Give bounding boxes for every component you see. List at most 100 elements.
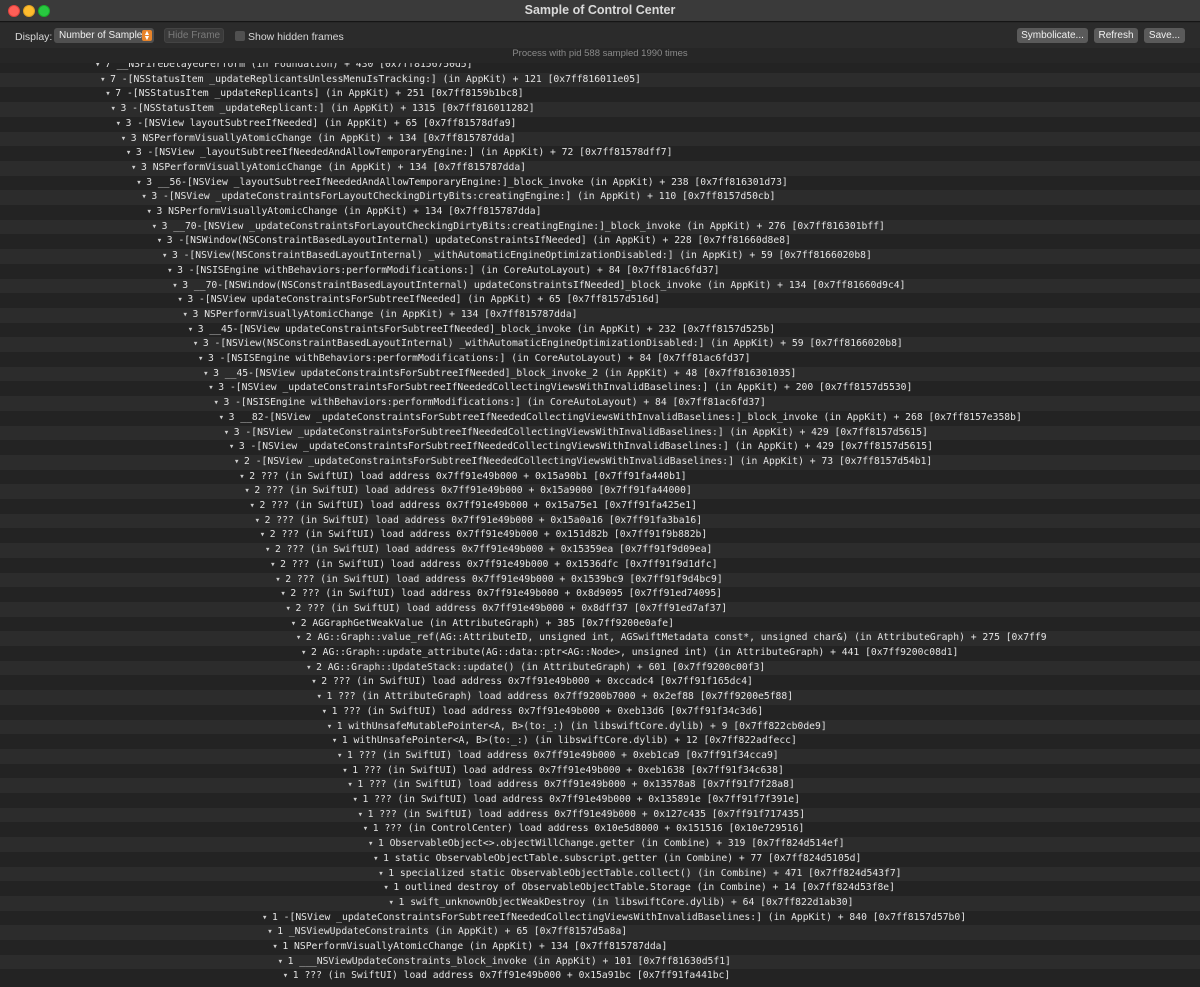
disclosure-triangle-icon[interactable]: ▾: [250, 499, 260, 514]
call-tree-row[interactable]: ▾ 1 outlined destroy of ObservableObjectT…: [0, 881, 1200, 896]
call-tree-row[interactable]: ▾ 2 ??? (in SwiftUI) load address 0x7ff91…: [0, 528, 1200, 543]
disclosure-triangle-icon[interactable]: ▾: [167, 264, 177, 279]
disclosure-triangle-icon[interactable]: ▾: [383, 881, 393, 896]
disclosure-triangle-icon[interactable]: ▾: [280, 587, 290, 602]
call-tree-row[interactable]: ▾ 3 __56-[NSView _layoutSubtreeIfNeededAn…: [0, 176, 1200, 191]
call-tree-row[interactable]: ▾ 1 ___NSViewUpdateConstraints_block_invo…: [0, 954, 1200, 970]
disclosure-triangle-icon[interactable]: ▾: [239, 470, 249, 485]
disclosure-triangle-icon[interactable]: ▾: [337, 749, 347, 764]
call-tree-row[interactable]: ▾ 7 -[NSStatusItem _updateReplicantsUnles…: [0, 72, 1200, 88]
disclosure-triangle-icon[interactable]: ▾: [244, 484, 254, 499]
call-tree-row[interactable]: ▾ 3 -[NSView(NSConstraintBasedLayoutInter…: [0, 249, 1200, 264]
disclosure-triangle-icon[interactable]: ▾: [157, 234, 167, 249]
disclosure-triangle-icon[interactable]: ▾: [110, 102, 120, 117]
call-tree-row[interactable]: ▾ 3 -[NSISEngine withBehaviors:performMod…: [0, 396, 1200, 411]
disclosure-triangle-icon[interactable]: ▾: [172, 279, 182, 294]
call-tree-row[interactable]: ▾ 1 ??? (in SwiftUI) load address 0x7ff91…: [0, 778, 1200, 793]
disclosure-triangle-icon[interactable]: ▾: [283, 969, 293, 984]
disclosure-triangle-icon[interactable]: ▾: [131, 161, 141, 176]
call-tree-row[interactable]: ▾ 2 AG::Graph::UpdateStack::update() (in …: [0, 660, 1200, 676]
call-tree[interactable]: ▾ 7 __NSFireDelayedPerform (in Foundation…: [0, 63, 1200, 987]
disclosure-triangle-icon[interactable]: ▾: [358, 808, 368, 823]
disclosure-triangle-icon[interactable]: ▾: [260, 528, 270, 543]
call-tree-row[interactable]: ▾ 3 __70-[NSView _updateConstraintsForLay…: [0, 219, 1200, 235]
call-tree-row[interactable]: ▾ 1 withUnsafePointer<A, B>(to:_:) (in li…: [0, 734, 1200, 749]
call-tree-row[interactable]: ▾ 3 NSPerformVisuallyAtomicChange (in App…: [0, 205, 1200, 220]
call-tree-row[interactable]: ▾ 1 ObservableObject<>.objectWillChange.g…: [0, 837, 1200, 852]
call-tree-row[interactable]: ▾ 7 -[NSStatusItem _updateReplicants] (in…: [0, 87, 1200, 102]
call-tree-row[interactable]: ▾ 1 ??? (in SwiftUI) load address 0x7ff91…: [0, 793, 1200, 808]
save-button[interactable]: Save...: [1144, 28, 1185, 43]
call-tree-row[interactable]: ▾ 3 NSPerformVisuallyAtomicChange (in App…: [0, 307, 1200, 323]
call-tree-row[interactable]: ▾ 1 ??? (in SwiftUI) load address 0x7ff91…: [0, 705, 1200, 720]
disclosure-triangle-icon[interactable]: ▾: [316, 690, 326, 705]
call-tree-row[interactable]: ▾ 2 ??? (in SwiftUI) load address 0x7ff91…: [0, 572, 1200, 588]
disclosure-triangle-icon[interactable]: ▾: [188, 323, 198, 338]
call-tree-row[interactable]: ▾ 3 -[NSISEngine withBehaviors:performMod…: [0, 264, 1200, 279]
disclosure-triangle-icon[interactable]: ▾: [198, 352, 208, 367]
call-tree-row[interactable]: ▾ 3 __45-[NSView updateConstraintsForSubt…: [0, 366, 1200, 382]
call-tree-row[interactable]: ▾ 1 NSPerformVisuallyAtomicChange (in App…: [0, 940, 1200, 955]
disclosure-triangle-icon[interactable]: ▾: [121, 132, 131, 147]
disclosure-triangle-icon[interactable]: ▾: [353, 793, 363, 808]
call-tree-row[interactable]: ▾ 2 ??? (in SwiftUI) load address 0x7ff91…: [0, 513, 1200, 529]
disclosure-triangle-icon[interactable]: ▾: [255, 514, 265, 529]
disclosure-triangle-icon[interactable]: ▾: [208, 381, 218, 396]
call-tree-row[interactable]: ▾ 3 -[NSStatusItem _updateReplicant:] (in…: [0, 102, 1200, 117]
call-tree-row[interactable]: ▾ 3 __82-[NSView _updateConstraintsForSub…: [0, 411, 1200, 426]
call-tree-row[interactable]: ▾ 2 AG::Graph::value_ref(AG::AttributeID,…: [0, 631, 1200, 646]
disclosure-triangle-icon[interactable]: ▾: [296, 631, 306, 646]
disclosure-triangle-icon[interactable]: ▾: [322, 705, 332, 720]
call-tree-row[interactable]: ▾ 3 -[NSView _updateConstraintsForLayoutC…: [0, 190, 1200, 205]
disclosure-triangle-icon[interactable]: ▾: [234, 455, 244, 470]
disclosure-triangle-icon[interactable]: ▾: [311, 675, 321, 690]
call-tree-row[interactable]: ▾ 2 ??? (in SwiftUI) load address 0x7ff91…: [0, 543, 1200, 558]
disclosure-triangle-icon[interactable]: ▾: [105, 87, 115, 102]
symbolicate-button[interactable]: Symbolicate...: [1017, 28, 1088, 43]
call-tree-row[interactable]: ▾ 1 -[NSView _updateConstraintsForSubtree…: [0, 911, 1200, 926]
call-tree-row[interactable]: ▾ 2 AGGraphGetWeakValue (in AttributeGrap…: [0, 617, 1200, 632]
disclosure-triangle-icon[interactable]: ▾: [213, 396, 223, 411]
call-tree-row[interactable]: ▾ 7 __NSFireDelayedPerform (in Foundation…: [0, 63, 1200, 73]
call-tree-row[interactable]: ▾ 1 ??? (in ControlCenter) load address 0…: [0, 822, 1200, 837]
call-tree-row[interactable]: ▾ 1 ??? (in AttributeGraph) load address …: [0, 690, 1200, 705]
call-tree-row[interactable]: ▾ 3 -[NSView _updateConstraintsForSubtree…: [0, 425, 1200, 441]
call-tree-row[interactable]: ▾ 2 ??? (in SwiftUI) load address 0x7ff91…: [0, 499, 1200, 514]
call-tree-row[interactable]: ▾ 1 static ObservableObjectTable.subscrip…: [0, 852, 1200, 867]
disclosure-triangle-icon[interactable]: ▾: [368, 837, 378, 852]
call-tree-row[interactable]: ▾ 3 NSPerformVisuallyAtomicChange (in App…: [0, 160, 1200, 176]
disclosure-triangle-icon[interactable]: ▾: [203, 367, 213, 382]
call-tree-row[interactable]: ▾ 2 ??? (in SwiftUI) load address 0x7ff91…: [0, 675, 1200, 690]
disclosure-triangle-icon[interactable]: ▾: [183, 308, 193, 323]
disclosure-triangle-icon[interactable]: ▾: [306, 661, 316, 676]
disclosure-triangle-icon[interactable]: ▾: [327, 720, 337, 735]
call-tree-row[interactable]: ▾ 3 -[NSISEngine withBehaviors:performMod…: [0, 352, 1200, 367]
call-tree-row[interactable]: ▾ 3 -[NSView(NSConstraintBasedLayoutInter…: [0, 337, 1200, 352]
disclosure-triangle-icon[interactable]: ▾: [363, 822, 373, 837]
call-tree-row[interactable]: ▾ 1 _NSViewUpdateConstraints (in AppKit) …: [0, 925, 1200, 940]
call-tree-row[interactable]: ▾ 3 -[NSView _updateConstraintsForSubtree…: [0, 440, 1200, 455]
disclosure-triangle-icon[interactable]: ▾: [193, 337, 203, 352]
disclosure-triangle-icon[interactable]: ▾: [347, 778, 357, 793]
call-tree-row[interactable]: ▾ 2 ??? (in SwiftUI) load address 0x7ff91…: [0, 587, 1200, 602]
disclosure-triangle-icon[interactable]: ▾: [378, 867, 388, 882]
disclosure-triangle-icon[interactable]: ▾: [219, 411, 229, 426]
call-tree-row[interactable]: ▾ 3 -[NSView updateConstraintsForSubtreeI…: [0, 293, 1200, 308]
call-tree-row[interactable]: ▾ 3 __45-[NSView updateConstraintsForSubt…: [0, 323, 1200, 338]
call-tree-row[interactable]: ▾ 3 -[NSView _updateConstraintsForSubtree…: [0, 381, 1200, 396]
disclosure-triangle-icon[interactable]: ▾: [177, 293, 187, 308]
call-tree-row[interactable]: ▾ 3 -[NSView _layoutSubtreeIfNeededAndAll…: [0, 146, 1200, 161]
disclosure-triangle-icon[interactable]: ▾: [332, 734, 342, 749]
disclosure-triangle-icon[interactable]: ▾: [147, 205, 157, 220]
disclosure-triangle-icon[interactable]: ▾: [389, 896, 399, 911]
call-tree-row[interactable]: ▾ 2 ??? (in SwiftUI) load address 0x7ff91…: [0, 601, 1200, 617]
disclosure-triangle-icon[interactable]: ▾: [141, 190, 151, 205]
hide-frame-button[interactable]: Hide Frame: [164, 28, 224, 43]
disclosure-triangle-icon[interactable]: ▾: [301, 646, 311, 661]
disclosure-triangle-icon[interactable]: ▾: [126, 146, 136, 161]
call-tree-row[interactable]: ▾ 1 ??? (in SwiftUI) load address 0x7ff91…: [0, 969, 1200, 984]
call-tree-row[interactable]: ▾ 2 ??? (in SwiftUI) load address 0x7ff91…: [0, 470, 1200, 485]
call-tree-row[interactable]: ▾ 2 -[NSView _updateConstraintsForSubtree…: [0, 454, 1200, 470]
disclosure-triangle-icon[interactable]: ▾: [286, 602, 296, 617]
show-hidden-frames-checkbox[interactable]: [235, 31, 245, 41]
